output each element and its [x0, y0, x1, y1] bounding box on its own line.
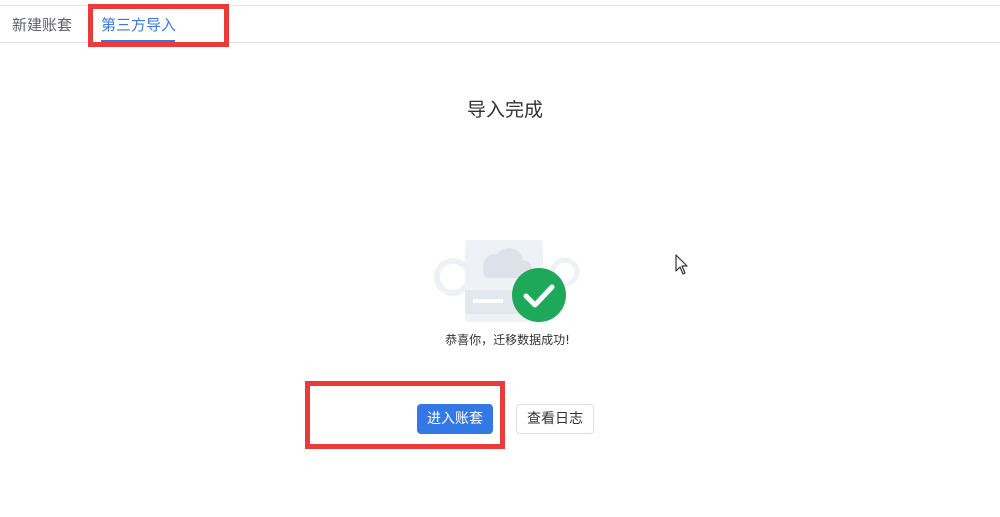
mouse-cursor-icon: [675, 254, 688, 275]
active-tab-indicator: [101, 40, 175, 42]
success-check-icon: [512, 268, 566, 322]
tab-new-account[interactable]: 新建账套: [12, 15, 72, 35]
tab-bar: 新建账套 第三方导入: [0, 6, 1000, 43]
page: 新建账套 第三方导入 导入完成 恭喜你，迁移数据成功! 进入账套 查看日志: [0, 0, 1000, 517]
gear-left-icon: [434, 258, 472, 296]
result-message: 恭喜你，迁移数据成功!: [445, 333, 570, 347]
tab-third-party-import[interactable]: 第三方导入: [101, 15, 176, 35]
view-log-button[interactable]: 查看日志: [516, 404, 594, 434]
result-title: 导入完成: [466, 99, 543, 121]
success-illustration: [434, 240, 580, 322]
enter-account-button[interactable]: 进入账套: [417, 404, 493, 434]
